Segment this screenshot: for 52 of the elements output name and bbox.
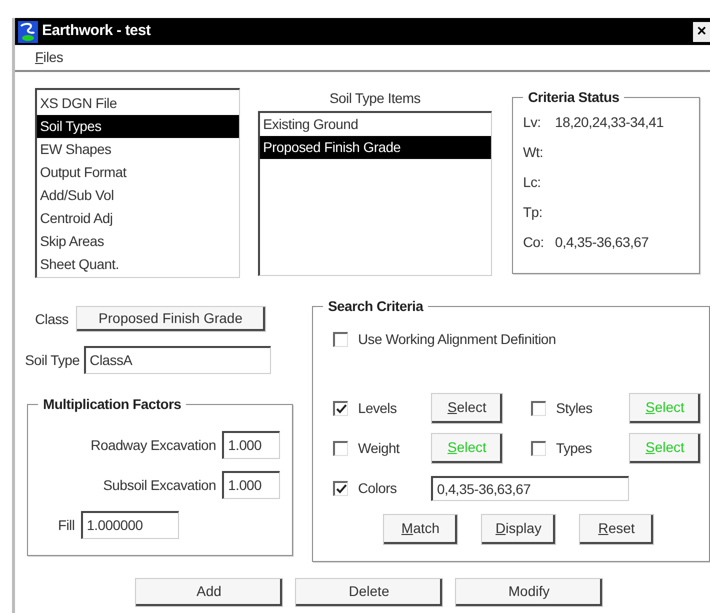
factor-label: Subsoil Excavation — [103, 476, 216, 494]
select-button[interactable]: Select — [431, 392, 503, 424]
checkbox[interactable] — [333, 440, 348, 456]
checkbox-label: Weight — [358, 438, 401, 458]
class-button[interactable]: Proposed Finish Grade — [76, 306, 266, 332]
checkbox[interactable] — [333, 480, 348, 496]
factor-field[interactable]: 1.000 — [222, 471, 280, 499]
list-item[interactable]: Output Format — [37, 161, 239, 184]
soil-type-field[interactable]: ClassA — [84, 346, 271, 374]
action-button[interactable]: Add — [135, 578, 283, 607]
list-label: Soil Type Items — [330, 89, 420, 108]
list-item[interactable]: Soil Types — [37, 115, 239, 138]
app-icon — [18, 20, 38, 42]
action-button[interactable]: Delete — [295, 578, 443, 607]
list-item[interactable]: XS DGN File — [37, 92, 239, 115]
list-item[interactable]: Proposed Finish Grade — [260, 136, 491, 159]
class-label: Class — [35, 310, 69, 328]
checkbox-label: Colors — [358, 478, 398, 498]
factor-label: Fill — [58, 516, 75, 534]
list-item[interactable]: Sheet Quant. — [37, 253, 239, 276]
status-label: Lv: — [523, 113, 542, 132]
checkbox[interactable] — [333, 400, 348, 416]
action-button[interactable]: Match — [383, 514, 458, 545]
checkbox-label: Use Working Alignment Definition — [358, 330, 556, 349]
list-item[interactable]: Add/Sub Vol — [37, 184, 239, 207]
status-label: Co: — [523, 233, 545, 252]
checkbox[interactable] — [333, 332, 348, 347]
menu-item[interactable]: Files — [35, 47, 64, 68]
status-label: Tp: — [523, 203, 544, 222]
factor-label: Roadway Excavation — [90, 436, 216, 455]
soil-type-label: Soil Type — [25, 350, 80, 370]
window-title: Earthwork - test — [42, 21, 151, 42]
checkbox-label: Types — [556, 438, 593, 458]
factor-field[interactable]: 1.000000 — [80, 511, 179, 539]
status-label: Wt: — [523, 143, 544, 162]
colors-field[interactable]: 0,4,35-36,63,67 — [431, 476, 629, 500]
checkbox[interactable] — [531, 400, 546, 416]
list-item[interactable]: EW Shapes — [37, 138, 239, 161]
status-value: 18,20,24,33-34,41 — [555, 113, 664, 132]
checkbox[interactable] — [531, 440, 546, 456]
close-button[interactable]: × — [693, 22, 710, 42]
checkbox-label: Levels — [358, 398, 398, 418]
action-button[interactable]: Modify — [455, 578, 603, 607]
status-value: 0,4,35-36,63,67 — [555, 233, 649, 252]
checkbox-label: Styles — [556, 398, 594, 418]
status-label: Lc: — [523, 173, 542, 192]
list-item[interactable]: Skip Areas — [37, 230, 239, 253]
action-button[interactable]: Display — [481, 514, 556, 545]
list-item[interactable]: Centroid Adj — [37, 207, 239, 230]
factor-field[interactable]: 1.000 — [222, 431, 280, 459]
list-item[interactable]: Existing Ground — [260, 113, 491, 136]
action-button[interactable]: Reset — [579, 514, 654, 545]
